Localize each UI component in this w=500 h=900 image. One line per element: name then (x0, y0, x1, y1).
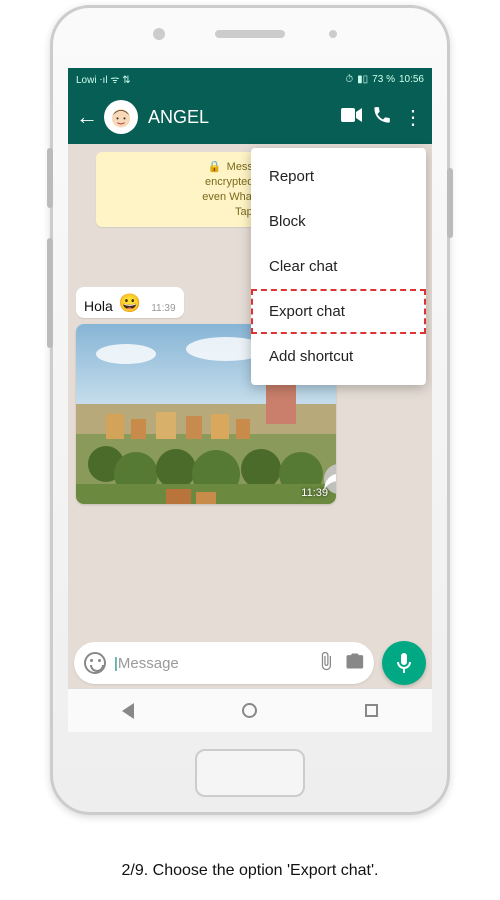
phone-speaker (215, 30, 285, 38)
status-bar: Lowi ⋅ıl ᯤ ⇅ ⏱ ▮▯ 73 % 10:56 (68, 68, 432, 90)
avatar[interactable] (104, 100, 138, 134)
camera-icon[interactable] (344, 652, 364, 675)
chat-body: 🔒 Messages an encrypted. No one even Wha… (68, 144, 432, 642)
lock-icon: 🔒 (208, 161, 222, 173)
nav-recent-icon[interactable] (365, 704, 378, 717)
phone-screen: Lowi ⋅ıl ᯤ ⇅ ⏱ ▮▯ 73 % 10:56 ← (68, 68, 432, 732)
phone-side-button (47, 238, 53, 348)
video-call-icon[interactable] (340, 107, 364, 128)
emoji-picker-icon[interactable] (84, 652, 106, 674)
data-icon: ⇅ (122, 75, 130, 86)
message-bubble[interactable]: Hola 😀 11:39 (76, 287, 184, 318)
signal-icon: ⋅ıl (99, 75, 107, 86)
emoji-icon: 😀 (119, 293, 141, 314)
message-input-area: |Message (68, 638, 432, 688)
message-text: Hola (84, 298, 113, 314)
menu-item-clear-chat[interactable]: Clear chat (251, 244, 426, 289)
android-navbar (68, 688, 432, 732)
contact-name[interactable]: ANGEL (148, 107, 334, 128)
phone-side-button (47, 148, 53, 208)
nav-home-icon[interactable] (242, 703, 257, 718)
options-menu: Report Block Clear chat Export chat Add … (251, 148, 426, 385)
phone-home-button (195, 749, 305, 797)
menu-item-add-shortcut[interactable]: Add shortcut (251, 334, 426, 379)
back-icon[interactable]: ← (76, 104, 98, 130)
more-options-icon[interactable]: ⋮ (400, 105, 424, 130)
battery-icon: ▮▯ (357, 74, 368, 85)
carrier-label: Lowi ⋅ıl ᯤ ⇅ (76, 72, 131, 86)
message-input[interactable]: |Message (74, 642, 374, 684)
message-placeholder: |Message (114, 655, 308, 672)
message-time: 11:39 (151, 303, 175, 314)
voice-call-icon[interactable] (370, 105, 394, 130)
menu-item-export-chat[interactable]: Export chat (251, 289, 426, 334)
step-caption: 2/9. Choose the option 'Export chat'. (0, 862, 500, 880)
alarm-icon: ⏱ (345, 74, 353, 85)
attach-icon[interactable] (316, 651, 336, 676)
phone-front-camera (153, 28, 165, 40)
clock: 10:56 (399, 74, 424, 85)
menu-item-report[interactable]: Report (251, 154, 426, 199)
battery-percent: 73 % (372, 74, 395, 85)
phone-side-button (447, 168, 453, 238)
nav-back-icon[interactable] (122, 703, 134, 719)
message-time: 11:39 (301, 487, 328, 499)
chat-header: ← ANGEL ⋮ (68, 90, 432, 144)
menu-item-block[interactable]: Block (251, 199, 426, 244)
mic-button[interactable] (382, 641, 426, 685)
phone-frame: Lowi ⋅ıl ᯤ ⇅ ⏱ ▮▯ 73 % 10:56 ← (50, 5, 450, 815)
wifi-icon: ᯤ (110, 75, 119, 86)
phone-sensor (329, 30, 337, 38)
